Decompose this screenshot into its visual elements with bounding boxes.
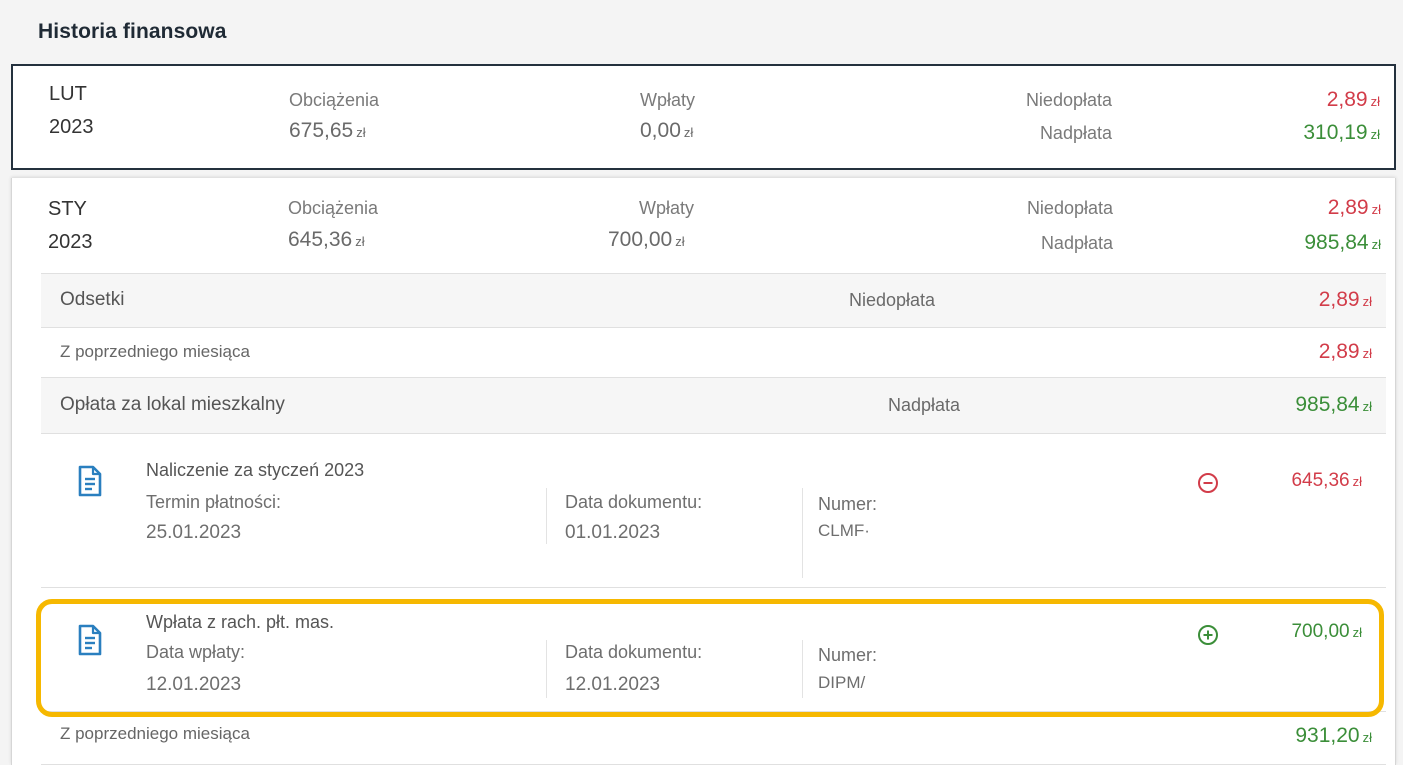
underpayment-label: Niedopłata	[1025, 90, 1112, 110]
plus-circle-icon	[1198, 625, 1218, 645]
charges-value: 675,65 zł	[289, 119, 366, 142]
month-year: 2023	[48, 231, 93, 253]
number-value: CLMF·	[818, 521, 870, 540]
overpayment-label: Nadpłata	[1040, 233, 1113, 253]
housing-fee-value: 985,84 zł	[1295, 393, 1372, 416]
previous-month-value: 2,89 zł	[1318, 340, 1372, 363]
interest-previous-row: Z poprzedniego miesiąca 2,89 zł	[41, 328, 1386, 378]
payments-label: Wpłaty	[639, 198, 695, 218]
column-divider	[802, 640, 803, 698]
document-date-value: 01.01.2023	[565, 522, 661, 543]
housing-fee-row[interactable]: Opłata za lokal mieszkalny Nadpłata 985,…	[41, 378, 1386, 434]
overpayment-value: 310,19 zł	[1303, 121, 1380, 144]
charges-label: Obciążenia	[289, 90, 380, 110]
payments-value: 700,00 zł	[608, 228, 685, 251]
due-date-label: Termin płatności:	[146, 492, 282, 512]
interest-status: Niedopłata	[849, 290, 936, 310]
month-card-sty-2023[interactable]: STY 2023 Obciążenia 645,36 zł Wpłaty 700,…	[11, 178, 1396, 765]
underpayment-value: 2,89 zł	[1327, 196, 1381, 219]
number-value: DIPM/	[818, 673, 866, 692]
month-name: STY	[48, 198, 87, 220]
charges-value: 645,36 zł	[288, 228, 365, 251]
previous-month-label: Z poprzedniego miesiąca	[60, 342, 250, 361]
overpayment-value: 985,84 zł	[1304, 231, 1381, 254]
interest-value: 2,89 zł	[1318, 288, 1372, 311]
payments-label: Wpłaty	[640, 90, 696, 110]
overpayment-label: Nadpłata	[1039, 123, 1112, 143]
payment-amount: 700,00 zł	[1291, 621, 1362, 642]
month-year: 2023	[49, 116, 94, 138]
payment-date-label: Data wpłaty:	[146, 642, 246, 662]
due-date-value: 25.01.2023	[146, 522, 242, 543]
document-amount: 645,36 zł	[1291, 470, 1362, 491]
previous-month-label: Z poprzedniego miesiąca	[60, 724, 250, 743]
number-label: Numer:	[818, 494, 878, 514]
document-title: Wpłata z rach. płt. mas.	[146, 612, 335, 632]
month-card-lut-2023[interactable]: LUT 2023 Obciążenia 675,65 zł Wpłaty 0,00…	[11, 64, 1396, 170]
document-date-value: 12.01.2023	[565, 674, 661, 695]
charges-label: Obciążenia	[288, 198, 379, 218]
document-title: Naliczenie za styczeń 2023	[146, 460, 365, 480]
minus-circle-icon	[1198, 473, 1218, 493]
housing-previous-row: Z poprzedniego miesiąca 931,20 zł	[41, 712, 1386, 765]
month-name: LUT	[49, 83, 87, 105]
previous-month-value: 931,20 zł	[1295, 724, 1372, 747]
month-period: LUT 2023	[49, 78, 94, 144]
page-title: Historia finansowa	[38, 20, 227, 43]
document-row[interactable]: Naliczenie za styczeń 2023 Termin płatno…	[41, 434, 1386, 588]
housing-fee-status: Nadpłata	[888, 395, 961, 415]
housing-fee-label: Opłata za lokal mieszkalny	[60, 394, 285, 415]
payment-date-value: 12.01.2023	[146, 674, 242, 695]
payments-value: 0,00 zł	[640, 119, 694, 142]
underpayment-value: 2,89 zł	[1326, 88, 1380, 111]
column-divider	[802, 488, 803, 578]
document-icon	[78, 465, 102, 497]
number-label: Numer:	[818, 645, 878, 665]
underpayment-label: Niedopłata	[1026, 198, 1113, 218]
column-divider	[546, 640, 547, 698]
column-divider	[546, 488, 547, 544]
month-period: STY 2023	[48, 193, 93, 259]
document-date-label: Data dokumentu:	[565, 492, 703, 512]
document-date-label: Data dokumentu:	[565, 642, 703, 662]
interest-label: Odsetki	[60, 289, 125, 310]
document-icon	[78, 624, 102, 656]
payment-row[interactable]: Wpłata z rach. płt. mas. Data wpłaty: 12…	[41, 588, 1386, 712]
interest-row[interactable]: Odsetki Niedopłata 2,89 zł	[41, 273, 1386, 328]
